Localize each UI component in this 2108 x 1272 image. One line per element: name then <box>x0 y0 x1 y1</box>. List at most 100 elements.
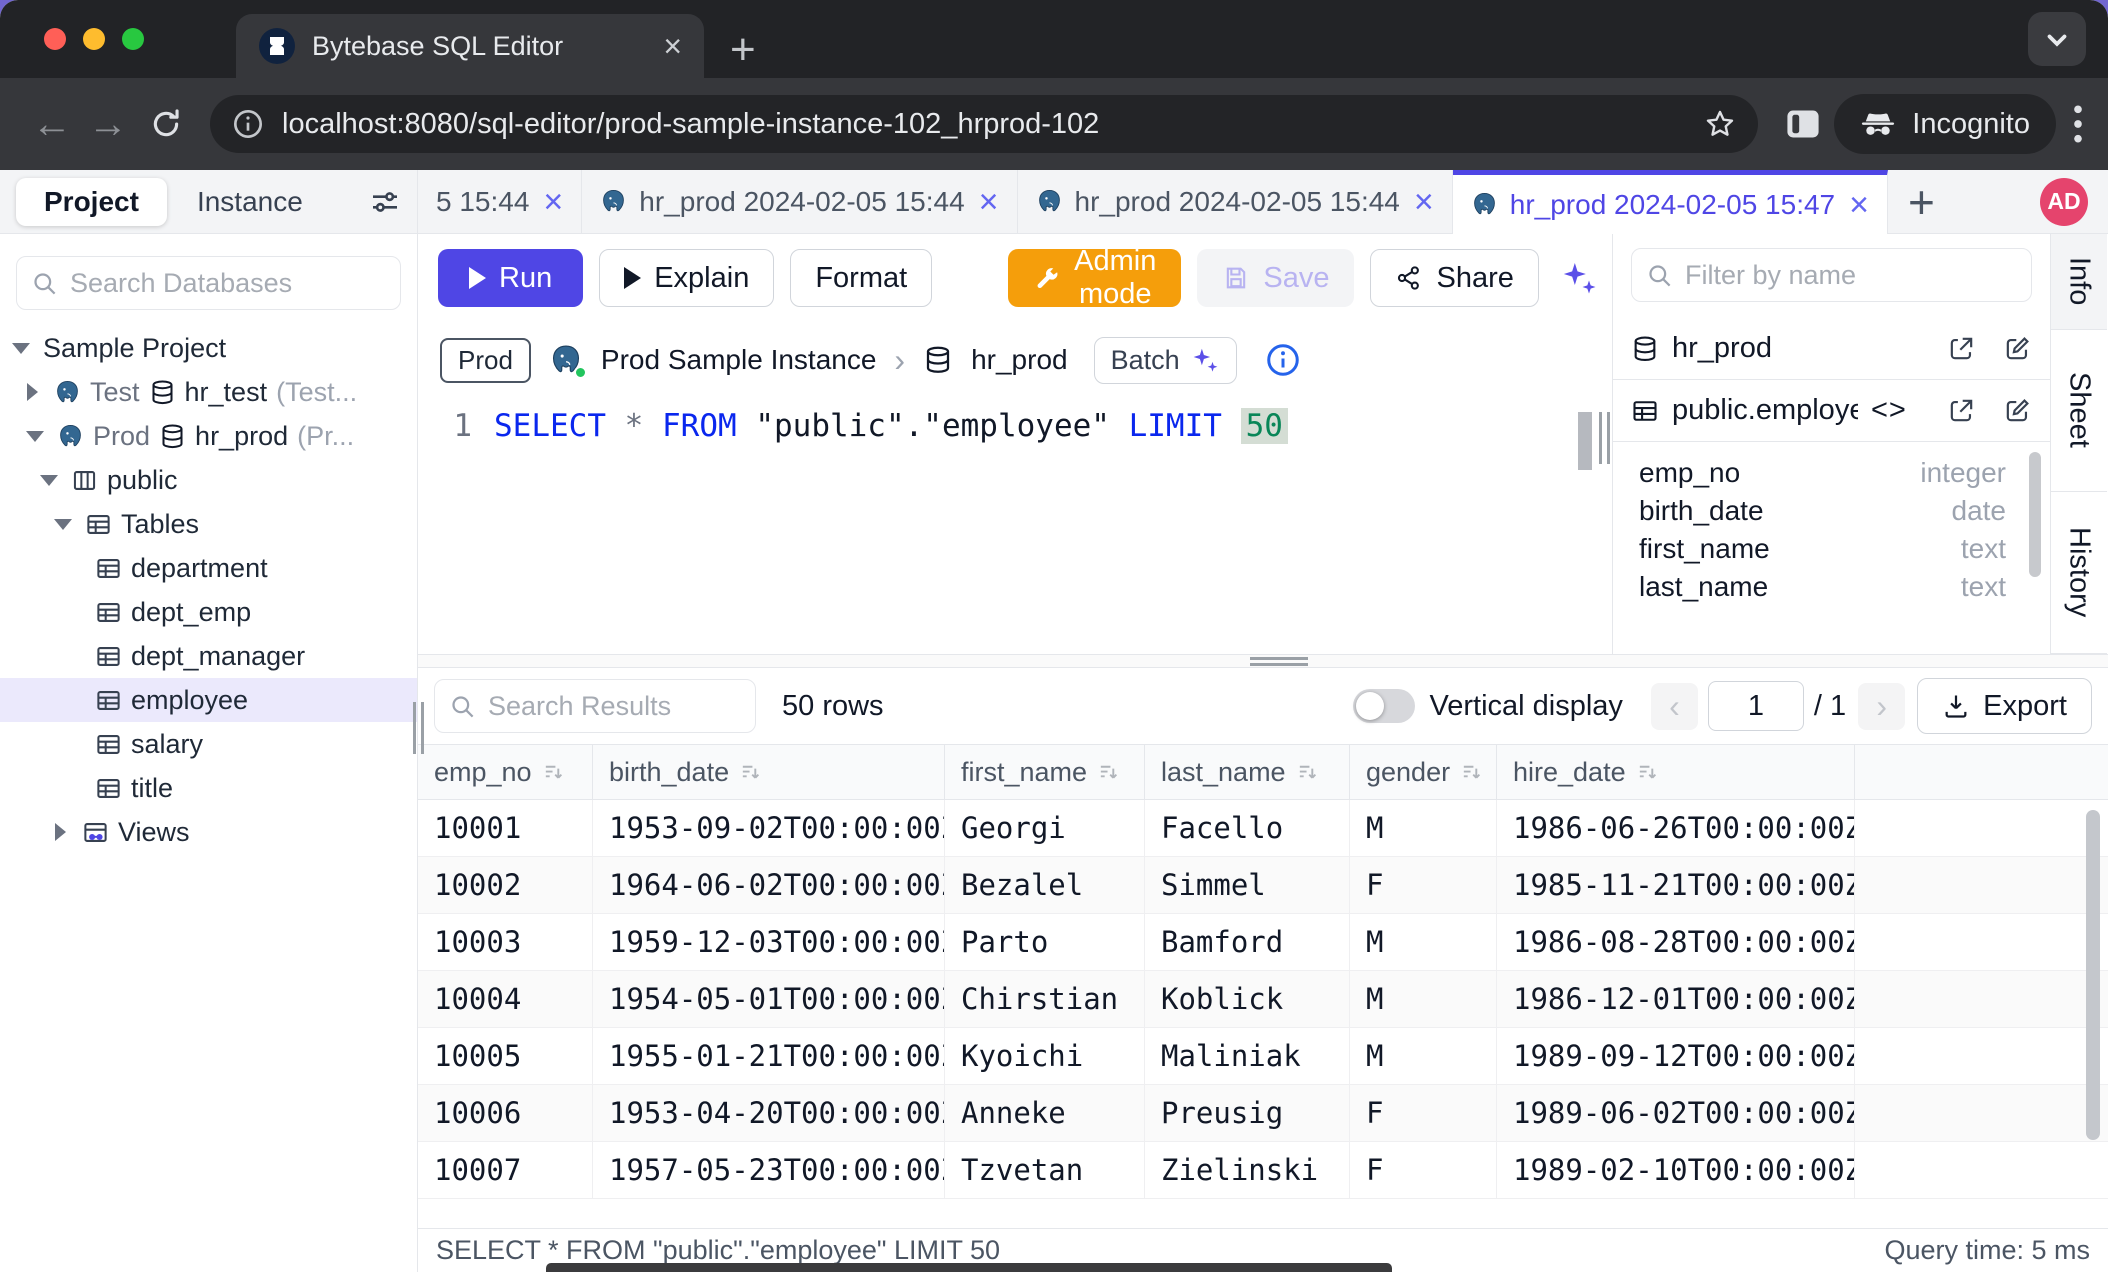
edit-icon[interactable] <box>2003 396 2032 425</box>
site-info-icon[interactable] <box>232 108 264 140</box>
tree-item-department[interactable]: department <box>0 546 417 590</box>
info-icon[interactable] <box>1265 342 1301 378</box>
close-tab-icon[interactable]: × <box>543 185 563 219</box>
external-link-icon[interactable] <box>1947 334 1976 363</box>
column-header-hire-date[interactable]: hire_date <box>1497 745 1855 799</box>
view-code-icon[interactable]: <> <box>1871 394 1907 427</box>
reload-button[interactable] <box>136 107 196 141</box>
external-link-icon[interactable] <box>1947 396 1976 425</box>
vertical-display-toggle[interactable] <box>1353 689 1415 723</box>
tree-item-tables[interactable]: Tables <box>0 502 417 546</box>
schema-filter-input[interactable] <box>1685 260 2017 291</box>
column-header-last-name[interactable]: last_name <box>1145 745 1350 799</box>
tree-item-public[interactable]: public <box>0 458 417 502</box>
next-page-button[interactable]: › <box>1858 683 1905 730</box>
caret-right-icon[interactable] <box>55 823 66 841</box>
new-browser-tab-button[interactable]: + <box>730 28 756 72</box>
editor-tab[interactable]: hr_prod 2024-02-05 15:47× <box>1453 170 1888 234</box>
caret-down-icon[interactable] <box>54 519 72 530</box>
filter-settings-icon[interactable] <box>369 186 401 218</box>
column-row-birth-date[interactable]: birth_datedate <box>1639 492 2006 530</box>
close-tab-icon[interactable]: × <box>1414 185 1434 219</box>
editor-tab[interactable]: hr_prod 2024-02-05 15:44× <box>582 170 1017 233</box>
table-row[interactable]: 100041954-05-01T00:00:00ZChirstianKoblic… <box>418 971 2108 1028</box>
results-search[interactable] <box>434 679 756 733</box>
column-list-scrollbar[interactable] <box>2029 452 2041 577</box>
database-name[interactable]: hr_prod <box>971 344 1068 376</box>
editor-panel-splitter[interactable] <box>1596 234 1612 654</box>
sort-icon[interactable] <box>739 761 762 784</box>
back-button[interactable]: ← <box>24 104 80 144</box>
editor-tab[interactable]: hr_prod 2024-02-05 15:44× <box>1018 170 1453 233</box>
export-button[interactable]: Export <box>1917 678 2092 734</box>
browser-menu-icon[interactable] <box>2072 102 2084 146</box>
address-bar[interactable]: localhost:8080/sql-editor/prod-sample-in… <box>210 95 1758 153</box>
sort-icon[interactable] <box>1097 761 1120 784</box>
instance-name[interactable]: Prod Sample Instance <box>601 344 877 376</box>
save-button[interactable]: Save <box>1197 249 1354 307</box>
results-splitter[interactable] <box>418 654 2108 668</box>
batch-button[interactable]: Batch <box>1094 337 1237 384</box>
column-header-gender[interactable]: gender <box>1350 745 1497 799</box>
sort-icon[interactable] <box>1636 761 1659 784</box>
table-row[interactable]: 100061953-04-20T00:00:00ZAnnekePreusigF1… <box>418 1085 2108 1142</box>
schema-filter[interactable] <box>1631 248 2032 302</box>
ai-sparkles-icon[interactable] <box>1559 258 1599 298</box>
editor-tab[interactable]: 5 15:44× <box>418 170 582 233</box>
format-button[interactable]: Format <box>790 249 932 307</box>
table-row[interactable]: 100031959-12-03T00:00:00ZPartoBamfordM19… <box>418 914 2108 971</box>
column-row-last-name[interactable]: last_nametext <box>1639 568 2006 606</box>
tree-item-employee[interactable]: employee <box>0 678 417 722</box>
database-search[interactable] <box>16 256 401 310</box>
page-number-input[interactable] <box>1708 681 1804 731</box>
share-button[interactable]: Share <box>1370 249 1538 307</box>
tree-item-dept-manager[interactable]: dept_manager <box>0 634 417 678</box>
environment-chip[interactable]: Prod <box>440 338 531 383</box>
side-tab-info[interactable]: Info <box>2051 234 2107 330</box>
schema-database-row[interactable]: hr_prod <box>1613 318 2050 380</box>
forward-button[interactable]: → <box>80 104 136 144</box>
table-row[interactable]: 100051955-01-21T00:00:00ZKyoichiMaliniak… <box>418 1028 2108 1085</box>
sort-icon[interactable] <box>1296 761 1319 784</box>
new-editor-tab-button[interactable]: + <box>1888 170 1955 233</box>
sidebar-resize-handle[interactable] <box>413 702 424 754</box>
table-row[interactable]: 100071957-05-23T00:00:00ZTzvetanZielinsk… <box>418 1142 2108 1199</box>
minimize-window-button[interactable] <box>83 28 105 50</box>
browser-tab-close-icon[interactable]: × <box>663 30 682 62</box>
tree-item-salary[interactable]: salary <box>0 722 417 766</box>
edit-icon[interactable] <box>2003 334 2032 363</box>
database-search-input[interactable] <box>70 268 386 299</box>
caret-down-icon[interactable] <box>12 343 30 354</box>
tree-item-prod[interactable]: Prodhr_prod(Pr... <box>0 414 417 458</box>
close-tab-icon[interactable]: × <box>979 185 999 219</box>
vertical-resize-handle[interactable] <box>1599 412 1610 464</box>
results-search-input[interactable] <box>488 691 741 722</box>
side-tab-sheet[interactable]: Sheet <box>2051 330 2107 492</box>
tree-item-title[interactable]: title <box>0 766 417 810</box>
tree-item-dept-emp[interactable]: dept_emp <box>0 590 417 634</box>
bookmark-star-icon[interactable] <box>1704 108 1736 140</box>
sort-icon[interactable] <box>542 761 565 784</box>
tab-instance[interactable]: Instance <box>197 186 303 218</box>
column-header-emp-no[interactable]: emp_no <box>418 745 593 799</box>
caret-down-icon[interactable] <box>40 475 58 486</box>
caret-down-icon[interactable] <box>26 431 44 442</box>
column-header-birth-date[interactable]: birth_date <box>593 745 945 799</box>
prev-page-button[interactable]: ‹ <box>1651 683 1698 730</box>
sql-editor[interactable]: 1 SELECT * FROM "public"."employee" LIMI… <box>418 398 1596 654</box>
side-tab-history[interactable]: History <box>2051 492 2107 654</box>
close-window-button[interactable] <box>44 28 66 50</box>
explain-button[interactable]: Explain <box>599 249 774 307</box>
sql-code-line[interactable]: SELECT * FROM "public"."employee" LIMIT … <box>494 408 1288 654</box>
column-row-emp-no[interactable]: emp_nointeger <box>1639 454 2006 492</box>
run-button[interactable]: Run <box>438 249 583 307</box>
side-panel-icon[interactable] <box>1786 109 1820 139</box>
browser-tab[interactable]: Bytebase SQL Editor × <box>236 14 704 78</box>
tree-item-test[interactable]: Testhr_test(Test... <box>0 370 417 414</box>
user-avatar[interactable]: AD <box>2040 178 2088 226</box>
tree-item-views[interactable]: Views <box>0 810 417 854</box>
tree-item-sample-project[interactable]: Sample Project <box>0 326 417 370</box>
column-row-first-name[interactable]: first_nametext <box>1639 530 2006 568</box>
tab-search-button[interactable] <box>2028 12 2086 66</box>
close-tab-icon[interactable]: × <box>1849 188 1869 222</box>
